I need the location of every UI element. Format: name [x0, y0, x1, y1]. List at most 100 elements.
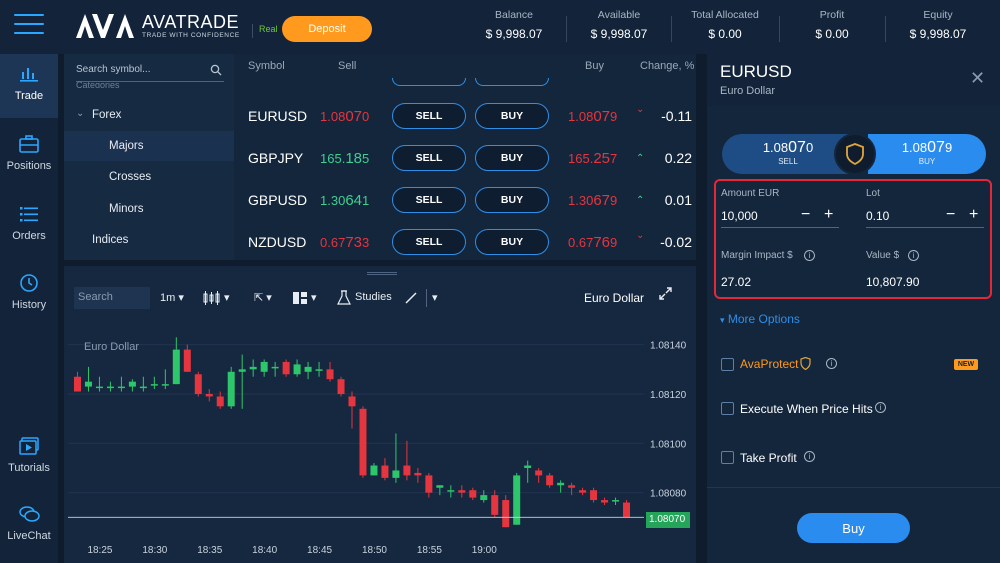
- candle-body: [117, 386, 125, 389]
- sidebar-item-label: Orders: [12, 230, 46, 242]
- quote-change: 0.01: [664, 192, 692, 208]
- candle-body: [139, 386, 147, 389]
- quote-sell-button[interactable]: SELL: [392, 145, 466, 171]
- quote-symbol[interactable]: EURUSD: [248, 108, 307, 124]
- sidebar-item-tutorials[interactable]: Tutorials: [0, 426, 58, 490]
- sidebar-item-trade[interactable]: Trade: [0, 54, 58, 118]
- menu-icon[interactable]: [14, 14, 44, 36]
- history-icon: [20, 274, 38, 292]
- info-icon[interactable]: i: [908, 250, 919, 261]
- chevron-down-icon[interactable]: ⌄: [76, 108, 84, 119]
- quote-sell-button[interactable]: SELL: [392, 229, 466, 255]
- amount-decrement-button[interactable]: −: [801, 206, 810, 224]
- interval-select[interactable]: 1m ▾: [160, 291, 184, 304]
- candles-icon[interactable]: [203, 291, 221, 305]
- chart-symbol-title: Euro Dollar: [584, 291, 645, 305]
- chevron-up-icon: ⌃: [636, 195, 645, 206]
- y-tick-label: 1.08100: [650, 439, 687, 450]
- info-icon[interactable]: i: [875, 402, 886, 413]
- lot-field[interactable]: 0.10: [866, 209, 889, 223]
- current-price-label: 1.08070: [646, 512, 690, 528]
- quote-buy-button[interactable]: BUY: [475, 187, 549, 213]
- candle-body: [150, 384, 158, 386]
- quote-buy-button[interactable]: BUY: [475, 103, 549, 129]
- column-header-symbol: Symbol: [248, 60, 285, 72]
- take-profit-checkbox[interactable]: [721, 451, 734, 464]
- close-icon[interactable]: ✕: [970, 68, 985, 89]
- avaprotect-checkbox[interactable]: [721, 358, 734, 371]
- sidebar-item-orders[interactable]: Orders: [0, 194, 58, 258]
- amount-field[interactable]: 10,000: [721, 209, 758, 223]
- column-header-buy: Buy: [585, 60, 604, 72]
- chevron-down-icon[interactable]: ▾: [311, 291, 317, 304]
- candle-body: [161, 384, 169, 386]
- candle-body: [238, 369, 246, 372]
- chart-search-input[interactable]: Search: [74, 287, 150, 309]
- x-tick-label: 18:25: [87, 545, 112, 556]
- info-icon[interactable]: i: [826, 358, 837, 369]
- chevron-down-icon[interactable]: ▾: [432, 291, 438, 304]
- studies-button[interactable]: Studies: [355, 291, 392, 303]
- fullscreen-icon[interactable]: [659, 287, 672, 300]
- deposit-button[interactable]: Deposit: [282, 16, 372, 42]
- avatrade-logo: [76, 14, 134, 38]
- more-options-toggle[interactable]: ▾ More Options: [720, 312, 800, 326]
- buy-price-button[interactable]: 1.08079 BUY: [868, 134, 986, 174]
- sidebar-item-positions[interactable]: Positions: [0, 124, 58, 188]
- quote-buy-button[interactable]: BUY: [475, 229, 549, 255]
- layout-icon[interactable]: [293, 292, 307, 304]
- quote-symbol[interactable]: GBPUSD: [248, 192, 307, 208]
- quote-symbol[interactable]: GBPJPY: [248, 150, 303, 166]
- scrolled-sell-button: [392, 78, 466, 86]
- header-divider: [566, 16, 567, 42]
- info-icon[interactable]: i: [804, 250, 815, 261]
- quote-change: -0.11: [661, 108, 692, 124]
- tree-item-minors[interactable]: Minors: [109, 203, 144, 215]
- tree-item-crosses[interactable]: Crosses: [109, 171, 151, 183]
- quote-sell-price: 1.30641: [320, 192, 370, 209]
- candle-body: [128, 381, 136, 387]
- tree-item-forex[interactable]: Forex: [92, 109, 121, 121]
- value-label: Value $: [866, 250, 900, 261]
- symbol-search-input[interactable]: Search symbol...: [76, 60, 224, 82]
- candle-body: [502, 500, 510, 528]
- lot-increment-button[interactable]: +: [969, 206, 978, 224]
- lot-decrement-button[interactable]: −: [946, 206, 955, 224]
- candle-body: [524, 465, 532, 468]
- quote-buy-button[interactable]: BUY: [475, 145, 549, 171]
- candle-body: [458, 490, 466, 493]
- x-tick-label: 18:40: [252, 545, 277, 556]
- sidebar-item-livechat[interactable]: LiveChat: [0, 494, 58, 558]
- amount-increment-button[interactable]: +: [824, 206, 833, 224]
- info-icon[interactable]: i: [804, 451, 815, 462]
- quote-sell-button[interactable]: SELL: [392, 103, 466, 129]
- quote-sell-button[interactable]: SELL: [392, 187, 466, 213]
- brand-name: AVATRADE: [142, 12, 240, 32]
- take-profit-label: Take Profit: [740, 451, 797, 465]
- quote-sell-price: 165.185: [320, 150, 370, 167]
- draw-line-icon[interactable]: [404, 291, 418, 305]
- candle-body: [491, 495, 499, 515]
- candle-body: [205, 394, 213, 397]
- resize-handle[interactable]: [367, 272, 397, 275]
- total-allocated-stat: Total Allocated $ 0.00: [691, 9, 759, 41]
- equity-stat: Equity $ 9,998.07: [909, 9, 967, 41]
- tree-item-majors[interactable]: Majors: [109, 140, 144, 152]
- y-tick-label: 1.08120: [650, 390, 687, 401]
- execute-when-price-hits-checkbox[interactable]: [721, 402, 734, 415]
- avaprotect-label: AvaProtect: [740, 357, 799, 371]
- cursor-icon[interactable]: ⇱ ▾: [254, 291, 272, 304]
- candle-body: [260, 361, 268, 372]
- search-icon[interactable]: [210, 64, 222, 76]
- buy-submit-button[interactable]: Buy: [797, 513, 910, 543]
- quote-symbol[interactable]: NZDUSD: [248, 234, 306, 250]
- account-mode-badge: Real: [252, 24, 278, 38]
- sidebar-item-history[interactable]: History: [0, 263, 58, 327]
- chevron-down-icon[interactable]: ▾: [224, 291, 230, 304]
- flask-icon[interactable]: [337, 290, 351, 305]
- candle-body: [590, 490, 598, 501]
- tree-item-indices[interactable]: Indices: [92, 234, 128, 246]
- candle-body: [293, 364, 301, 375]
- candlestick-chart[interactable]: 1.08140 1.08120 1.08100 1.08080 18:25 18:30 18…: [68, 320, 694, 560]
- chart-legend: Euro Dollar: [84, 341, 139, 353]
